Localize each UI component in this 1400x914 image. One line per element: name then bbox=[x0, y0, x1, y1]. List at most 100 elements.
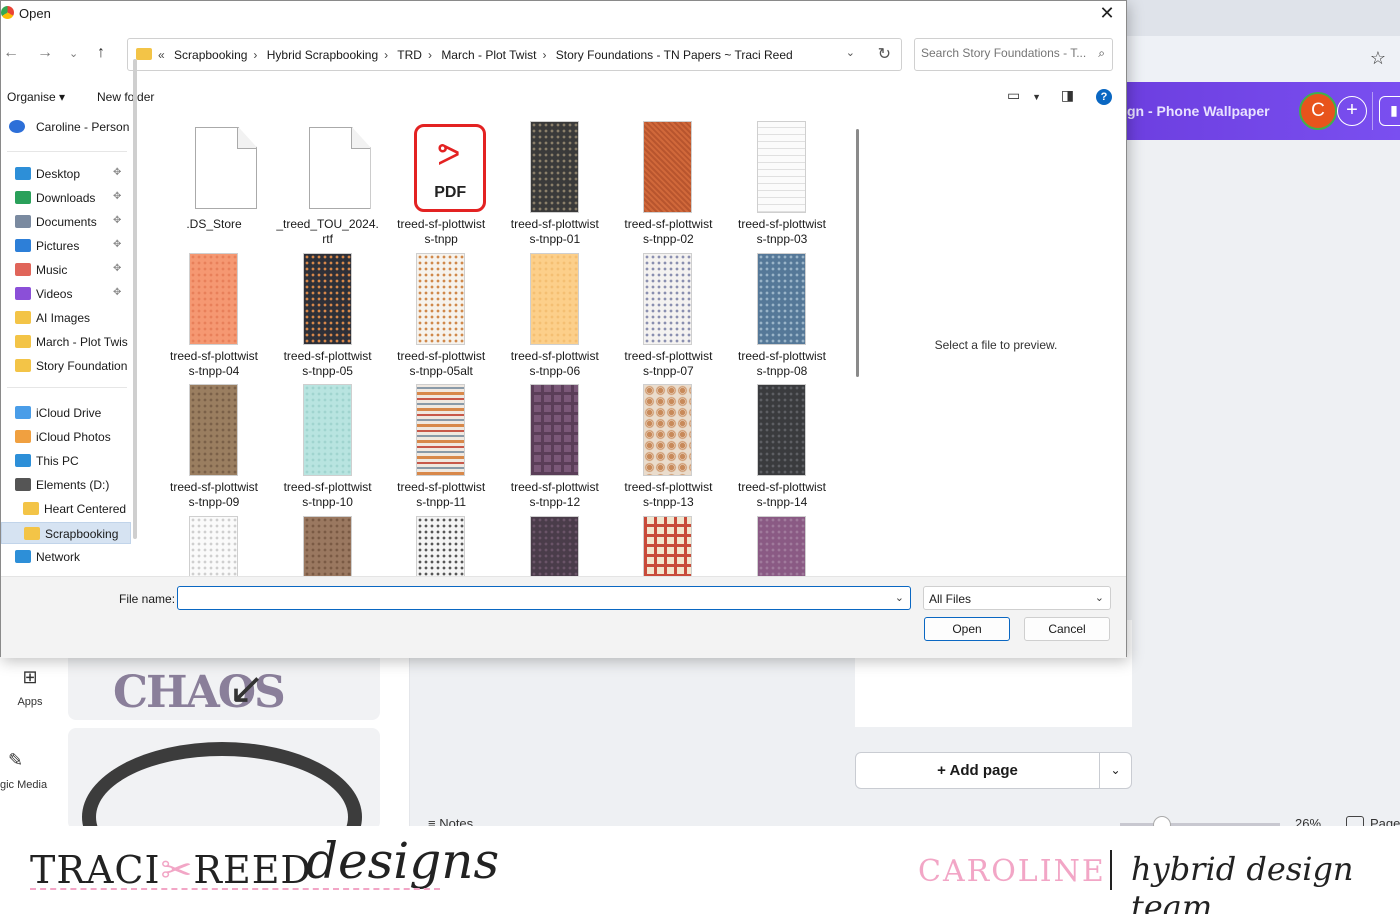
breadcrumb-item[interactable]: Hybrid Scrapbooking bbox=[267, 48, 378, 62]
file-thumbnail bbox=[643, 384, 693, 476]
rail-magic-media[interactable]: ✎ gic Media bbox=[0, 750, 60, 791]
change-view-icon[interactable]: ▭ bbox=[1007, 87, 1020, 103]
preview-pane-icon[interactable]: ◨ bbox=[1061, 87, 1074, 103]
file-item[interactable] bbox=[611, 508, 725, 576]
search-input[interactable] bbox=[921, 46, 1089, 60]
file-item[interactable] bbox=[157, 508, 271, 576]
file-name: treed-sf-plottwist s-tnpp-06 bbox=[510, 348, 599, 378]
file-item[interactable]: .DS_Store bbox=[157, 113, 271, 243]
file-item[interactable]: treed-sf-plottwist s-tnpp-04 bbox=[157, 245, 271, 378]
sidebar-item-heart-centered[interactable]: Heart Centered bbox=[1, 498, 131, 520]
rail-magic-media-label: gic Media bbox=[0, 779, 48, 791]
forward-arrow-icon[interactable]: → bbox=[37, 44, 53, 62]
sidebar-item-network[interactable]: Network bbox=[1, 546, 131, 568]
file-item[interactable]: treed-sf-plottwist s-tnpp-05 bbox=[271, 245, 385, 378]
bookmark-star-icon[interactable]: ☆ bbox=[1370, 48, 1386, 69]
file-item[interactable]: treed-sf-plottwist s-tnpp-10 bbox=[271, 376, 385, 509]
recent-locations-icon[interactable]: ⌄ bbox=[69, 47, 78, 60]
nav-item-account[interactable]: Caroline - Person bbox=[1, 116, 131, 138]
nav-item-label: Downloads bbox=[36, 191, 96, 205]
file-name-input[interactable] bbox=[182, 591, 882, 605]
download-icon bbox=[15, 191, 31, 204]
nav-scrollbar[interactable] bbox=[133, 59, 137, 539]
breadcrumb-separator-icon[interactable]: › bbox=[542, 48, 546, 62]
refresh-icon[interactable]: ↻ bbox=[878, 44, 891, 64]
add-collaborator-button[interactable]: + bbox=[1337, 96, 1367, 126]
design-title[interactable]: gn - Phone Wallpaper bbox=[1127, 103, 1270, 119]
file-thumbnail bbox=[643, 121, 693, 213]
breadcrumb-separator-icon[interactable]: › bbox=[428, 48, 432, 62]
open-button[interactable]: Open bbox=[924, 617, 1010, 641]
breadcrumb-overflow[interactable]: « bbox=[158, 48, 165, 62]
search-icon[interactable]: ⌕ bbox=[1098, 46, 1105, 61]
chevron-down-icon: ⌄ bbox=[1094, 592, 1104, 604]
organise-menu[interactable]: Organise ▾ bbox=[7, 90, 65, 104]
sidebar-item-documents[interactable]: Documents ✥ bbox=[1, 211, 131, 233]
avatar[interactable]: C bbox=[1299, 92, 1337, 130]
file-item[interactable] bbox=[498, 508, 612, 576]
file-item[interactable]: treed-sf-plottwist s-tnpp-09 bbox=[157, 376, 271, 509]
file-name-field[interactable]: ⌄ bbox=[177, 586, 911, 610]
preview-pane: Select a file to preview. bbox=[865, 113, 1127, 576]
cancel-button[interactable]: Cancel bbox=[1024, 617, 1110, 641]
file-item[interactable]: _treed_TOU_2024. rtf bbox=[271, 113, 385, 246]
file-item[interactable]: treed-sf-plottwist s-tnpp-11 bbox=[384, 376, 498, 509]
file-item[interactable] bbox=[271, 508, 385, 576]
sidebar-item-videos[interactable]: Videos ✥ bbox=[1, 283, 131, 305]
search-box[interactable]: ⌕ bbox=[914, 38, 1113, 71]
nav-item-label: AI Images bbox=[36, 311, 91, 325]
help-icon[interactable]: ? bbox=[1096, 89, 1112, 105]
sticker-thumbnail-chaos[interactable]: CHAOS ↙ bbox=[68, 655, 380, 720]
sidebar-item-icloud-drive[interactable]: iCloud Drive bbox=[1, 402, 131, 424]
file-name: treed-sf-plottwist s-tnpp-09 bbox=[169, 480, 259, 509]
breadcrumb-separator-icon[interactable]: › bbox=[253, 48, 257, 62]
sidebar-item-pictures[interactable]: Pictures ✥ bbox=[1, 235, 131, 257]
file-item[interactable]: treed-sf-plottwist s-tnpp-12 bbox=[498, 376, 612, 509]
file-item[interactable]: treed-sf-plottwist s-tnpp-14 bbox=[725, 376, 839, 509]
folder-icon bbox=[136, 48, 152, 60]
back-arrow-icon[interactable]: ← bbox=[3, 44, 19, 62]
file-item[interactable]: treed-sf-plottwist s-tnpp-02 bbox=[611, 113, 725, 246]
insights-icon[interactable]: ▮ bbox=[1379, 96, 1400, 126]
file-item[interactable]: treed-sf-plottwist s-tnpp-01 bbox=[498, 113, 612, 246]
file-type-select[interactable]: All Files ⌄ bbox=[923, 586, 1111, 610]
sidebar-item-this-pc[interactable]: This PC bbox=[1, 450, 131, 472]
address-bar[interactable]: « Scrapbooking › Hybrid Scrapbooking › TRD… bbox=[127, 38, 902, 71]
file-item[interactable]: treed-sf-plottwist s-tnpp-13 bbox=[611, 376, 725, 509]
file-item[interactable]: treed-sf-plottwist s-tnpp-07 bbox=[611, 245, 725, 378]
file-item[interactable] bbox=[725, 508, 839, 576]
sidebar-item-ai-images[interactable]: AI Images bbox=[1, 307, 131, 329]
file-item[interactable]: treed-sf-plottwist s-tnpp-05alt bbox=[384, 245, 498, 378]
sidebar-item-march-plot-twis[interactable]: March - Plot Twis bbox=[1, 331, 131, 353]
breadcrumb-item[interactable]: Scrapbooking bbox=[174, 48, 247, 62]
view-options-icon[interactable]: ▼ bbox=[1032, 92, 1041, 102]
add-page-button[interactable]: + Add page bbox=[855, 752, 1100, 789]
sidebar-item-elements-d[interactable]: Elements (D:) bbox=[1, 474, 131, 496]
sidebar-item-music[interactable]: Music ✥ bbox=[1, 259, 131, 281]
file-name: treed-sf-plottwist s-tnpp-05 bbox=[283, 348, 372, 378]
file-item[interactable]: treed-sf-plottwist s-tnpp-03 bbox=[725, 113, 839, 246]
sidebar-item-story-foundation[interactable]: Story Foundation bbox=[1, 355, 131, 377]
sidebar-item-icloud-photos[interactable]: iCloud Photos bbox=[1, 426, 131, 448]
sticker-thumbnail-swirl[interactable] bbox=[68, 728, 380, 830]
chevron-down-icon[interactable]: ⌄ bbox=[895, 591, 904, 604]
file-item[interactable]: treed-sf-plottwist s-tnpp-08 bbox=[725, 245, 839, 378]
add-page-dropdown[interactable]: ⌄ bbox=[1099, 752, 1132, 789]
breadcrumb-item[interactable]: March - Plot Twist bbox=[441, 48, 536, 62]
file-item[interactable]: ᕗ PDF treed-sf-plottwist s-tnpp bbox=[384, 113, 498, 246]
file-list-scrollbar[interactable] bbox=[856, 129, 859, 377]
sidebar-item-desktop[interactable]: Desktop ✥ bbox=[1, 163, 131, 185]
file-item[interactable] bbox=[384, 508, 498, 576]
up-arrow-icon[interactable]: ↑ bbox=[97, 44, 105, 62]
close-icon[interactable]: ✕ bbox=[1094, 3, 1120, 24]
rail-apps[interactable]: ⊞ Apps bbox=[0, 667, 60, 708]
breadcrumb-item[interactable]: TRD bbox=[397, 48, 422, 62]
file-item[interactable]: treed-sf-plottwist s-tnpp-06 bbox=[498, 245, 612, 378]
breadcrumb-separator-icon[interactable]: › bbox=[384, 48, 388, 62]
sidebar-item-downloads[interactable]: Downloads ✥ bbox=[1, 187, 131, 209]
address-history-icon[interactable]: ⌄ bbox=[846, 46, 855, 59]
sticker-swirl-art bbox=[82, 742, 362, 830]
breadcrumb-item[interactable]: Story Foundations - TN Papers ~ Traci Re… bbox=[556, 48, 793, 62]
new-folder-button[interactable]: New folder bbox=[97, 90, 154, 104]
sidebar-item-scrapbooking[interactable]: Scrapbooking bbox=[1, 522, 131, 544]
